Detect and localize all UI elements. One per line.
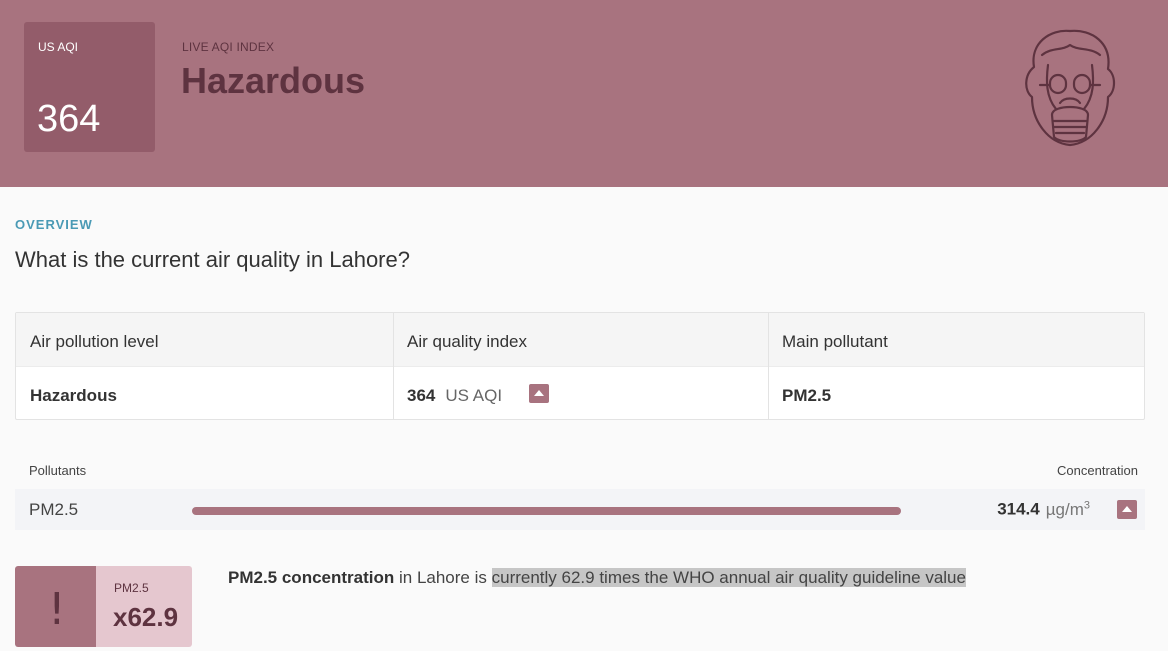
overview-question: What is the current air quality in Lahor… bbox=[15, 247, 410, 272]
overview-label: OVERVIEW bbox=[15, 217, 93, 232]
gas-mask-icon bbox=[1025, 29, 1116, 147]
pollutant-level-bar bbox=[192, 507, 901, 515]
aqi-header: US AQI 364 LIVE AQI INDEX Hazardous bbox=[0, 0, 1168, 187]
pollutant-row: PM2.5 314.4 µg/m3 bbox=[15, 489, 1145, 530]
main-pollutant-value: PM2.5 bbox=[782, 386, 832, 405]
who-text-bold: PM2.5 concentration bbox=[228, 568, 395, 587]
header-pollution-level: Air pollution level bbox=[30, 332, 159, 351]
who-guideline-text: PM2.5 concentration in Lahore is current… bbox=[228, 568, 966, 588]
header-air-quality-index: Air quality index bbox=[407, 332, 528, 351]
warning-icon: ! bbox=[15, 566, 96, 647]
who-text-mid: in Lahore is bbox=[394, 568, 492, 587]
pollution-level-value: Hazardous bbox=[30, 386, 117, 405]
aqi-badge-label: US AQI bbox=[38, 40, 79, 54]
pollutant-trend-up-button[interactable] bbox=[1117, 500, 1137, 519]
column-divider bbox=[768, 313, 769, 419]
aqi-cell: 364 US AQI bbox=[407, 386, 502, 406]
aqi-cell-value: 364 bbox=[407, 386, 436, 405]
aqi-status-title: Hazardous bbox=[181, 60, 366, 101]
pollutant-concentration: 314.4 µg/m3 bbox=[997, 499, 1090, 520]
who-factor-badge: ! PM2.5 x62.9 bbox=[15, 566, 192, 647]
concentration-value: 314.4 bbox=[997, 499, 1040, 519]
air-quality-table: Air pollution level Air quality index Ma… bbox=[15, 312, 1145, 420]
pollutant-name: PM2.5 bbox=[29, 500, 79, 519]
factor-value: x62.9 bbox=[113, 602, 179, 632]
live-aqi-label: LIVE AQI INDEX bbox=[182, 40, 275, 54]
header-main-pollutant: Main pollutant bbox=[782, 332, 888, 351]
pollutants-header: Pollutants bbox=[29, 463, 87, 478]
factor-pollutant-label: PM2.5 bbox=[114, 581, 149, 595]
who-text-highlight: currently 62.9 times the WHO annual air … bbox=[491, 568, 966, 587]
column-divider bbox=[393, 313, 394, 419]
table-header-row bbox=[16, 313, 1144, 367]
aqi-cell-unit: US AQI bbox=[445, 386, 503, 405]
concentration-unit: µg/m3 bbox=[1045, 499, 1090, 519]
concentration-header: Concentration bbox=[1057, 463, 1138, 478]
aqi-badge: US AQI 364 bbox=[24, 22, 155, 152]
aqi-trend-up-button[interactable] bbox=[529, 384, 549, 403]
aqi-badge-value: 364 bbox=[37, 98, 101, 140]
